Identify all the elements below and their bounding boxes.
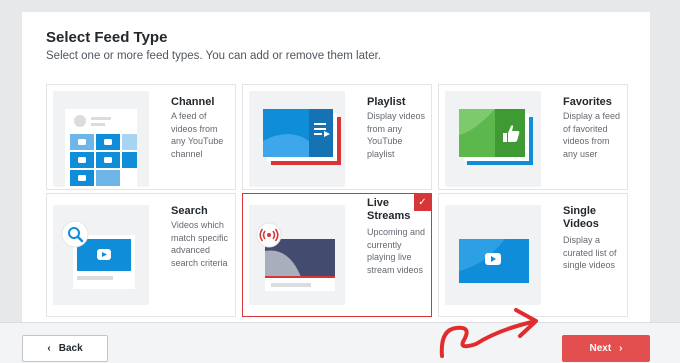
back-button[interactable]: ‹ Back (22, 335, 108, 362)
feed-card-description: Upcoming and currently playing live stre… (367, 227, 426, 275)
live-streams-thumbnail (249, 205, 345, 305)
feed-card-single-videos[interactable]: Single Videos Display a curated list of … (438, 193, 628, 317)
next-button-label: Next (589, 343, 612, 354)
page-subtitle: Select one or more feed types. You can a… (46, 50, 381, 62)
feed-type-dialog: Select Feed Type Select one or more feed… (22, 12, 650, 363)
feed-card-search[interactable]: Search Videos which match specific advan… (46, 193, 236, 317)
feed-card-description: Display a feed of favorited videos from … (563, 111, 621, 159)
feed-card-title: Live Streams (367, 197, 411, 222)
feed-card-description: A feed of videos from any YouTube channe… (171, 111, 224, 159)
search-thumbnail (53, 205, 149, 305)
feed-card-description: Display a curated list of single videos (563, 235, 617, 271)
feed-card-favorites[interactable]: Favorites Display a feed of favorited vi… (438, 84, 628, 190)
feed-card-description: Videos which match specific advanced sea… (171, 220, 229, 268)
next-button[interactable]: Next › (562, 335, 650, 362)
feed-card-title: Search (171, 205, 208, 217)
feed-card-title: Playlist (367, 96, 406, 108)
curved-arrow-icon (439, 308, 538, 358)
single-videos-thumbnail (445, 205, 541, 305)
page-title: Select Feed Type (46, 29, 168, 46)
playlist-thumbnail (249, 91, 345, 187)
favorites-thumbnail (445, 91, 541, 187)
chevron-right-icon: › (619, 343, 623, 354)
feed-card-title: Favorites (563, 96, 612, 108)
feed-card-live-streams[interactable]: ✓ Live Streams Upcoming and currently pl… (242, 193, 432, 317)
feed-card-title: Single Videos (563, 205, 599, 230)
feed-card-playlist[interactable]: Playlist Display videos from any YouTube… (242, 84, 432, 190)
channel-thumbnail (53, 91, 149, 187)
back-button-label: Back (58, 343, 83, 354)
chevron-left-icon: ‹ (47, 343, 51, 354)
feed-card-channel[interactable]: Channel A feed of videos from any YouTub… (46, 84, 236, 190)
feed-card-title: Channel (171, 96, 215, 108)
feed-card-description: Display videos from any YouTube playlist (367, 111, 426, 159)
